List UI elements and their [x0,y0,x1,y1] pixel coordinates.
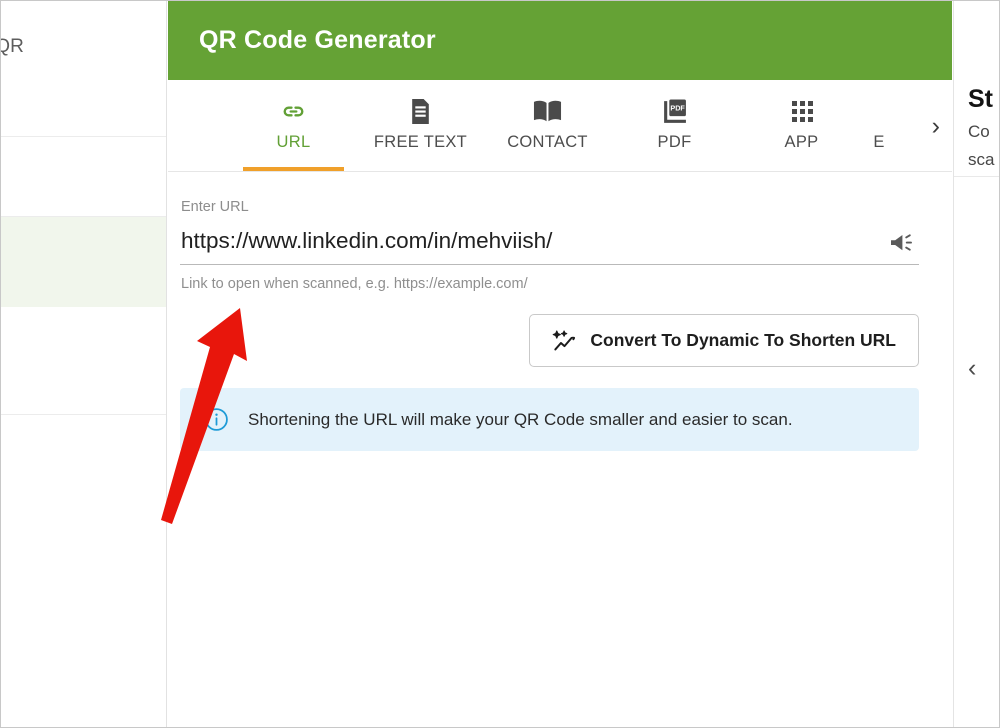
right-panel-content: St Co sca [968,85,999,170]
sidebar-item-generate-qr-code[interactable]: ate QR Code [1,217,166,307]
sidebar-item-subtitle: our webcam [1,365,153,390]
tab-label: E [873,133,885,151]
url-input[interactable] [180,228,889,256]
tab-free-text[interactable]: FREE TEXT [357,80,484,171]
right-panel-line-1: Co [968,121,990,141]
enter-url-label: Enter URL [181,199,249,215]
convert-button-label: Convert To Dynamic To Shorten URL [590,330,896,350]
megaphone-icon[interactable] [889,232,919,256]
convert-to-dynamic-button[interactable]: Convert To Dynamic To Shorten URL [529,314,919,367]
info-circle-icon [204,407,229,432]
tab-url[interactable]: URL [230,80,357,171]
tab-email-partial[interactable]: E [865,80,935,171]
chevron-right-icon[interactable]: › [932,114,940,139]
url-form: Enter URL Link to open when scanned, e.g… [168,172,952,451]
sidebar-item-0[interactable]: n te Dynamic QR [1,1,166,137]
sidebar-item-subtitle: QR Code [1,271,153,296]
tab-label: APP [784,133,819,151]
right-panel-title: St [968,85,993,113]
svg-text:PDF: PDF [670,103,685,112]
app-header: QR Code Generator [168,1,952,80]
pdf-icon: PDF [661,96,688,126]
left-sidebar: n te Dynamic QR ate QR Code our webcam o… [1,1,167,727]
helper-text: Link to open when scanned, e.g. https://… [181,276,528,292]
info-banner-text: Shortening the URL will make your QR Cod… [248,409,793,429]
document-icon [408,96,433,126]
sidebar-item-webcam[interactable]: our webcam [1,307,166,415]
right-preview-panel: St Co sca ‹ [953,1,999,727]
sidebar-item-title: ode? [1,509,153,535]
sidebar-item-title: n [1,7,153,33]
chevron-left-icon[interactable]: ‹ [968,356,976,381]
url-input-row [180,228,919,265]
link-icon [280,96,307,126]
book-icon [533,96,562,126]
sidebar-item-1[interactable] [1,137,166,217]
tab-app[interactable]: APP [738,80,865,171]
qr-type-tabbar: URL FREE TEXT CONTACT PDF PDF APP E › [168,80,952,172]
tab-contact[interactable]: CONTACT [484,80,611,171]
sidebar-item-title: ate [1,243,153,269]
grid-apps-icon [789,96,815,126]
app-window: n te Dynamic QR ate QR Code our webcam o… [0,0,1000,728]
right-panel-line-2: sca [968,149,995,169]
tab-label: URL [276,133,311,151]
convert-button-row: Convert To Dynamic To Shorten URL [180,314,919,367]
sidebar-item-subtitle: te Dynamic QR [1,36,24,58]
panel-divider [954,176,999,177]
sidebar-item-faq[interactable]: ode? [1,415,166,727]
info-banner: Shortening the URL will make your QR Cod… [180,388,919,451]
tab-pdf[interactable]: PDF PDF [611,80,738,171]
magic-wand-icon [552,328,577,353]
page-title: QR Code Generator [199,26,436,54]
tab-label: FREE TEXT [373,133,468,151]
tab-label: CONTACT [507,133,588,151]
tab-label: PDF [657,133,692,151]
main-panel: QR Code Generator URL FREE TEXT CONTACT … [168,1,952,727]
